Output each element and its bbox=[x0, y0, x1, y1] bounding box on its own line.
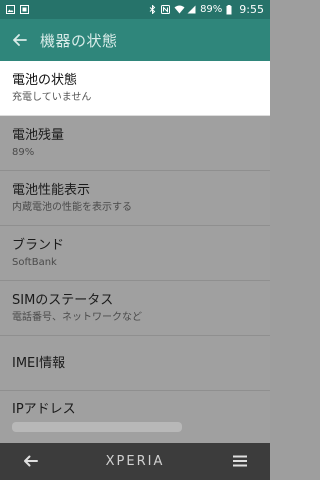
clock: 9:55 bbox=[239, 3, 264, 16]
item-title: 電池残量 bbox=[12, 127, 65, 143]
item-title: SIMのステータス bbox=[12, 292, 114, 308]
item-title: 電池の状態 bbox=[12, 72, 78, 88]
list-item-battery-status[interactable]: 電池の状態 充電していません bbox=[0, 61, 270, 116]
item-subtitle: 電話番号、ネットワークなど bbox=[12, 311, 142, 323]
nav-back-button[interactable] bbox=[0, 443, 60, 480]
screen: 89% 9:55 機器の状態 電池の状態 充電していません 電池残量 89% 電… bbox=[0, 0, 270, 480]
page-title: 機器の状態 bbox=[40, 31, 118, 50]
list-item-battery-performance[interactable]: 電池性能表示 内蔵電池の性能を表示する bbox=[0, 171, 270, 226]
item-title: 電池性能表示 bbox=[12, 182, 91, 198]
battery-icon bbox=[226, 5, 235, 15]
item-subtitle: 内蔵電池の性能を表示する bbox=[12, 201, 132, 213]
list-item-ip-address[interactable]: IPアドレス bbox=[0, 391, 270, 446]
item-title: IPアドレス bbox=[12, 402, 76, 417]
wifi-icon bbox=[174, 5, 185, 14]
screenshot-notification-icon bbox=[20, 5, 29, 14]
signal-icon bbox=[187, 5, 196, 14]
menu-button[interactable] bbox=[210, 443, 270, 480]
list-item-battery-level[interactable]: 電池残量 89% bbox=[0, 116, 270, 171]
list-item-sim-status[interactable]: SIMのステータス 電話番号、ネットワークなど bbox=[0, 281, 270, 336]
list-item-brand[interactable]: ブランド SoftBank bbox=[0, 226, 270, 281]
item-subtitle: 充電していません bbox=[12, 91, 92, 103]
back-button[interactable] bbox=[0, 19, 40, 61]
item-subtitle: 89% bbox=[12, 146, 35, 158]
image-notification-icon bbox=[6, 5, 15, 14]
bluetooth-icon bbox=[148, 4, 157, 15]
app-bar: 機器の状態 bbox=[0, 19, 270, 61]
arrow-back-icon bbox=[13, 31, 27, 50]
status-bar: 89% 9:55 bbox=[0, 0, 270, 19]
list-item-imei[interactable]: IMEI情報 bbox=[0, 336, 270, 391]
item-subtitle: SoftBank bbox=[12, 256, 57, 268]
battery-percent: 89% bbox=[200, 4, 223, 15]
menu-icon bbox=[233, 452, 247, 471]
navigation-bar: XPERIA bbox=[0, 443, 270, 480]
settings-list: 電池の状態 充電していません 電池残量 89% 電池性能表示 内蔵電池の性能を表… bbox=[0, 61, 270, 443]
item-title: IMEI情報 bbox=[12, 355, 66, 371]
redacted-value bbox=[12, 422, 182, 432]
arrow-back-icon bbox=[23, 452, 38, 471]
nfc-icon bbox=[161, 5, 171, 14]
item-title: ブランド bbox=[12, 237, 65, 253]
brand-logo: XPERIA bbox=[105, 454, 165, 469]
